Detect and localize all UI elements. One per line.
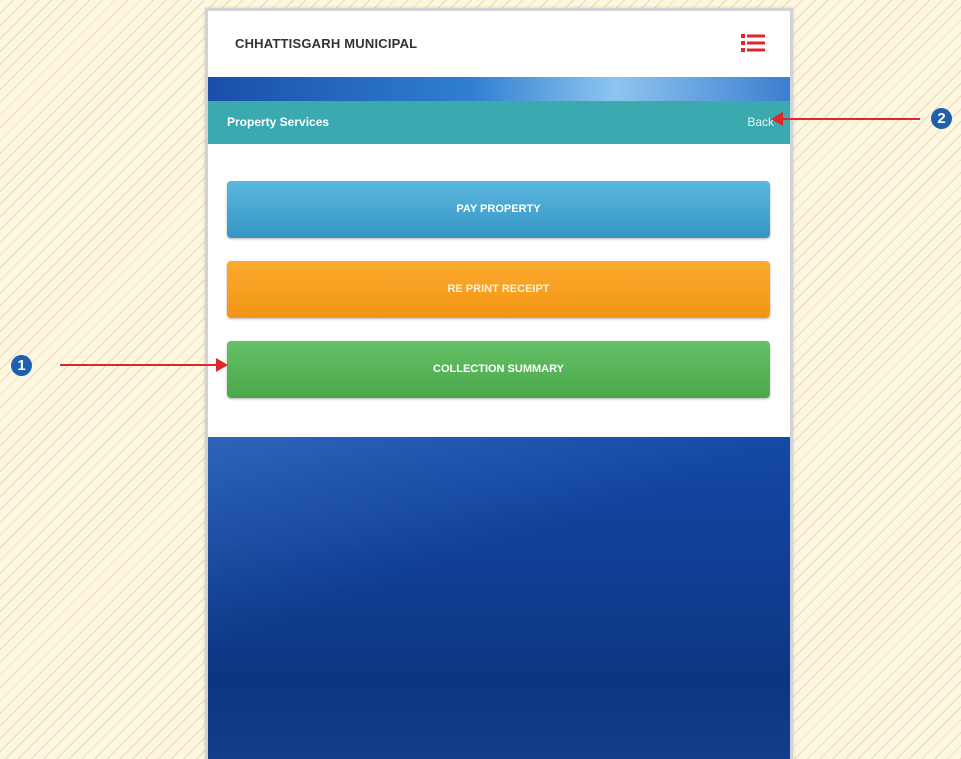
reprint-receipt-button[interactable]: RE PRINT RECEIPT [227,261,770,318]
page-title: Property Services [227,115,330,129]
background-wallpaper [208,437,790,759]
app-header: CHHATTISGARH MUNICIPAL [208,11,790,77]
back-link[interactable]: Back [747,115,774,129]
service-bar: Property Services Back [208,101,790,144]
annotation-arrow-2 [782,118,920,120]
collection-summary-button[interactable]: COLLECTION SUMMARY [227,341,770,398]
phone-screen: CHHATTISGARH MUNICIPAL Property Services… [205,8,793,759]
pay-property-button[interactable]: PAY PROPERTY [227,181,770,238]
annotation-arrow-1 [60,364,218,366]
header-banner-strip [208,77,790,101]
annotation-marker-2: 2 [931,108,952,129]
list-menu-icon[interactable] [741,33,765,53]
service-menu: PAY PROPERTY RE PRINT RECEIPT COLLECTION… [208,144,790,437]
annotation-arrow-2-head [771,112,783,126]
annotation-arrow-1-head [216,358,228,372]
app-title: CHHATTISGARH MUNICIPAL [235,36,418,51]
annotation-marker-1: 1 [11,355,32,376]
